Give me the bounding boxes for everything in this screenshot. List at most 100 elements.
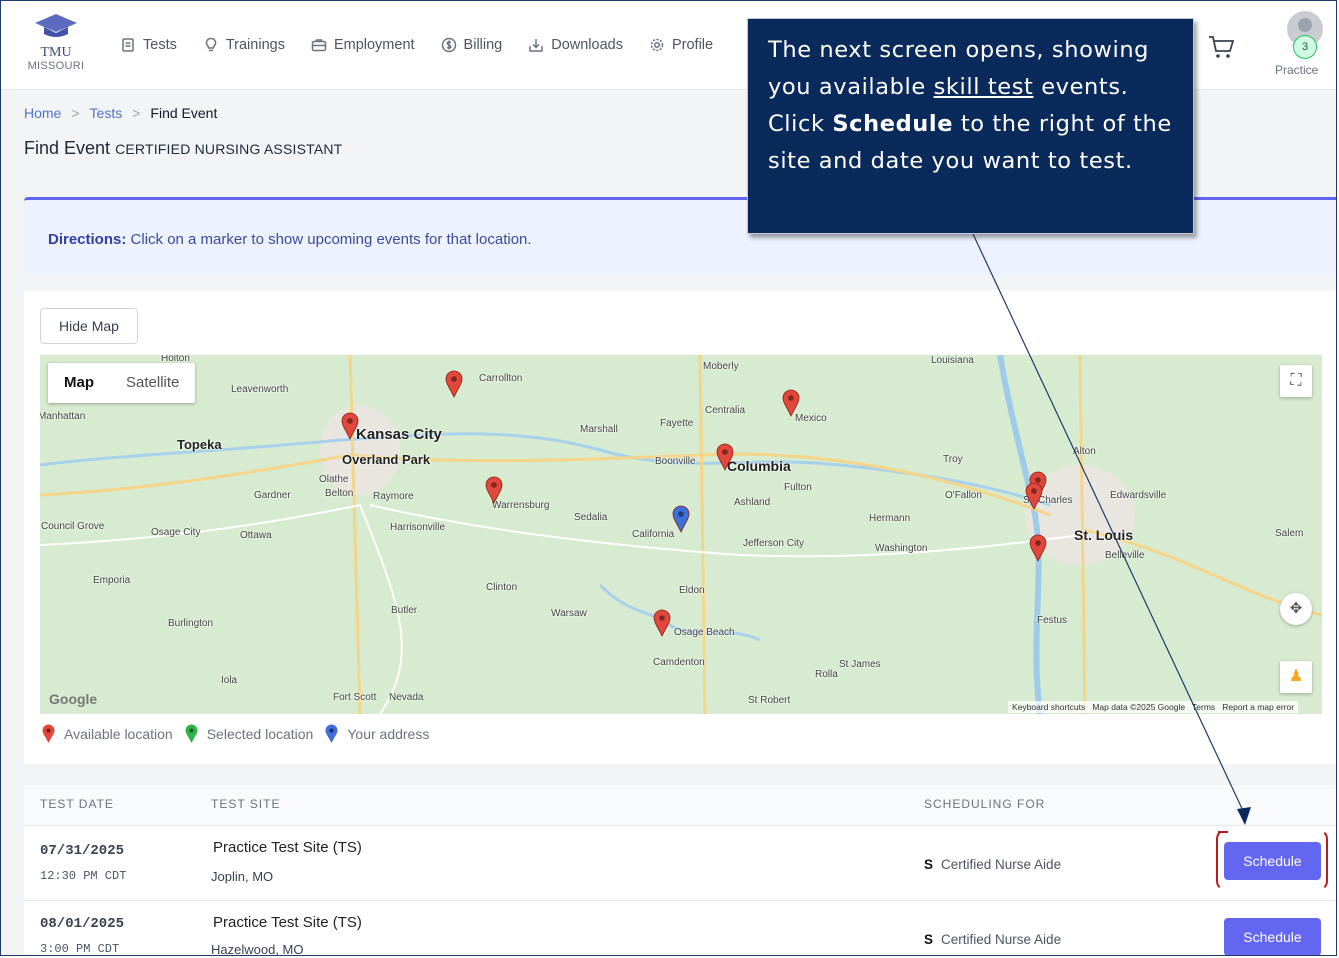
events-table: TEST DATE TEST SITE SCHEDULING FOR 07/31…	[24, 785, 1336, 956]
briefcase-icon	[311, 39, 327, 52]
header-test-date: TEST DATE	[40, 797, 114, 811]
location-marker[interactable]	[653, 609, 671, 637]
legend-selected: Selected location	[185, 724, 314, 744]
page-title-main: Find Event	[24, 138, 111, 158]
map-city-label: Salem	[1275, 528, 1304, 539]
location-marker[interactable]	[1025, 482, 1043, 510]
schedule-button[interactable]: Schedule	[1224, 918, 1321, 955]
row-site: Practice Test Site (TS)	[213, 914, 362, 931]
map-city-label: Hermann	[869, 513, 911, 524]
legend-address: Your address	[325, 724, 429, 744]
map-city-label: Centralia	[705, 405, 746, 416]
nav-downloads[interactable]: Downloads	[528, 37, 623, 53]
logo-text-tmu: TMU	[40, 45, 72, 60]
table-row: 07/31/2025 12:30 PM CDT Practice Test Si…	[24, 826, 1336, 901]
map-city-label: Kansas City	[356, 426, 442, 443]
header-scheduling-for: SCHEDULING FOR	[924, 797, 1046, 811]
cart-icon[interactable]	[1207, 34, 1235, 60]
logo[interactable]: TMU MISSOURI	[21, 13, 91, 72]
location-marker[interactable]	[1029, 534, 1047, 562]
row-time: 3:00 PM CDT	[40, 942, 120, 956]
document-icon	[122, 38, 134, 52]
map-city-label: Raymore	[373, 491, 414, 502]
nav-trainings[interactable]: Trainings	[203, 37, 285, 53]
highlight-bracket	[1216, 829, 1328, 891]
row-for-text: Certified Nurse Aide	[941, 932, 1062, 947]
legend-selected-label: Selected location	[206, 726, 314, 742]
map-city-label: Topeka	[177, 437, 222, 452]
legend-available: Available location	[42, 724, 173, 744]
camera-control-icon[interactable]: ✥	[1280, 593, 1312, 625]
map-report-error[interactable]: Report a map error	[1222, 702, 1294, 712]
map-city-label: Marshall	[580, 424, 618, 435]
map-city-label: Olathe	[319, 474, 349, 485]
street-view-pegman-icon[interactable]: ♟	[1280, 661, 1312, 693]
map-city-label: Ashland	[734, 497, 771, 508]
map-city-label: Ottawa	[240, 530, 272, 541]
map-city-label: Moberly	[703, 361, 739, 372]
callout-bold-text: Schedule	[832, 111, 954, 137]
map-type-toggle: Map Satellite	[48, 363, 196, 403]
map-city-label: St James	[839, 659, 881, 670]
nav-billing-label: Billing	[463, 37, 503, 53]
location-marker[interactable]	[341, 412, 359, 440]
hide-map-button[interactable]: Hide Map	[40, 308, 138, 344]
address-marker[interactable]	[672, 505, 690, 533]
map-city-label: Columbia	[727, 458, 791, 474]
nav-tests[interactable]: Tests	[120, 37, 177, 53]
gear-icon	[650, 38, 664, 52]
nav-profile[interactable]: Profile	[649, 37, 713, 53]
row-scheduling-for: S Certified Nurse Aide	[924, 932, 1061, 947]
map-city-label: St Robert	[748, 695, 791, 706]
directions-label: Directions:	[48, 231, 127, 248]
nav-employment[interactable]: Employment	[311, 37, 415, 53]
map-city-label: Carrollton	[479, 373, 523, 384]
location-marker[interactable]	[782, 389, 800, 417]
map-keyboard-shortcuts[interactable]: Keyboard shortcuts	[1012, 702, 1085, 712]
map-city-label: Fulton	[784, 482, 812, 493]
nav-tests-label: Tests	[143, 37, 177, 53]
chevron-right-icon: >	[132, 105, 141, 121]
location-marker[interactable]	[485, 476, 503, 504]
map-city-label: Sedalia	[574, 512, 608, 523]
table-row: 08/01/2025 3:00 PM CDT Practice Test Sit…	[24, 900, 1336, 956]
page-title-subtitle: CERTIFIED NURSING ASSISTANT	[115, 141, 343, 157]
map-city-label: Harrisonville	[390, 522, 446, 533]
red-marker-icon	[42, 724, 55, 743]
map-city-label: Camdenton	[653, 657, 705, 668]
map-city-label: Fort Scott	[333, 692, 377, 703]
map-city-label: Rolla	[815, 669, 838, 680]
app-frame: TMU MISSOURI Tests Trainings Employment …	[0, 0, 1337, 956]
dollar-icon	[441, 37, 456, 53]
breadcrumb-home[interactable]: Home	[24, 105, 61, 121]
map-type-satellite[interactable]: Satellite	[110, 363, 195, 403]
location-marker[interactable]	[445, 370, 463, 398]
tutorial-callout: The next screen opens, showing you avail…	[747, 18, 1194, 234]
map-city-label: Belton	[325, 488, 354, 499]
breadcrumb-tests[interactable]: Tests	[90, 105, 123, 121]
directions-body: Click on a marker to show upcoming event…	[130, 231, 532, 248]
map-terms[interactable]: Terms	[1192, 702, 1215, 712]
google-logo: Google	[49, 691, 98, 707]
download-icon	[529, 39, 543, 52]
location-marker[interactable]	[716, 443, 734, 471]
map-city-label: Edwardsville	[1110, 490, 1167, 501]
blue-marker-icon	[325, 724, 338, 743]
fullscreen-icon[interactable]: ⛶	[1280, 365, 1312, 397]
nav-billing[interactable]: Billing	[441, 37, 503, 53]
nav-employment-label: Employment	[333, 37, 415, 53]
nav-profile-label: Profile	[671, 37, 714, 53]
user-avatar[interactable]: 3	[1287, 11, 1323, 59]
row-city: Hazelwood, MO	[211, 942, 304, 956]
map-view[interactable]: Kansas City Overland Park Topeka Columbia St…	[40, 355, 1322, 714]
map-type-map[interactable]: Map	[48, 363, 110, 403]
map-city-label: Festus	[1037, 615, 1068, 626]
row-for-text: Certified Nurse Aide	[941, 857, 1062, 872]
graduation-cap-icon	[35, 14, 77, 37]
row-city: Joplin, MO	[211, 869, 274, 884]
map-city-label: California	[632, 529, 675, 540]
map-city-label: Alton	[1073, 446, 1096, 457]
map-city-label: Osage Beach	[674, 627, 735, 638]
nav-downloads-label: Downloads	[551, 37, 623, 53]
map-city-label: Washington	[875, 543, 928, 554]
